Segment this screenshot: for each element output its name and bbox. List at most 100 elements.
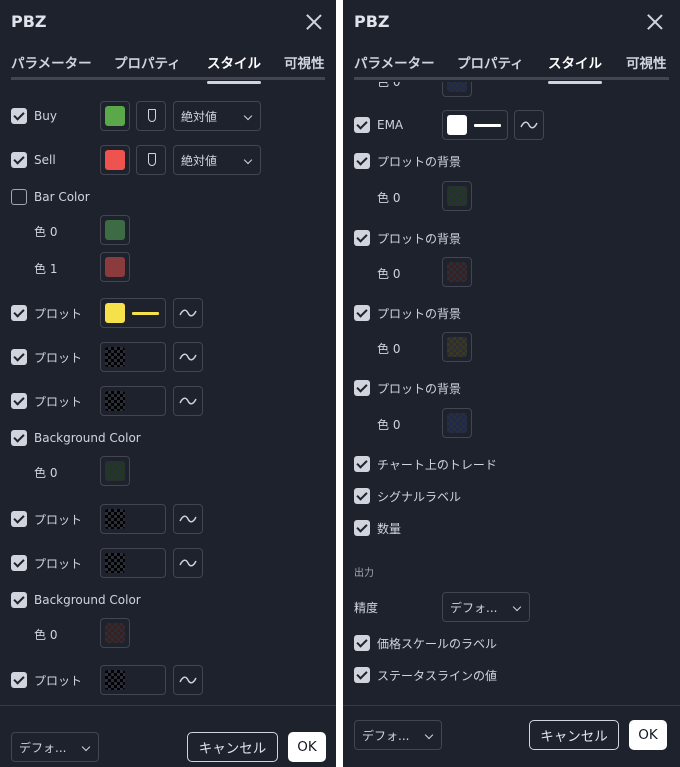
output-section-heading: 出力 <box>354 568 374 579</box>
tab-parameters[interactable]: パラメーター <box>11 52 92 72</box>
plot-row: プロット <box>11 298 82 328</box>
ok-button[interactable]: OK <box>629 720 667 750</box>
signal-labels-checkbox[interactable] <box>354 488 370 504</box>
plot-checkbox[interactable] <box>11 305 27 321</box>
sell-value-select[interactable]: 絶対値 <box>173 145 261 175</box>
tab-style[interactable]: スタイル <box>548 52 602 84</box>
buy-color-swatch[interactable] <box>100 101 130 131</box>
tab-visibility[interactable]: 可視性 <box>626 52 667 72</box>
plot-checkbox[interactable] <box>11 349 27 365</box>
plot-background-row: プロットの背景 <box>354 298 461 328</box>
tab-properties[interactable]: プロパティ <box>114 52 181 72</box>
plot-type-button[interactable] <box>173 342 203 372</box>
plot-background-row: プロットの背景 <box>354 146 461 176</box>
plot-background-checkbox[interactable] <box>354 305 370 321</box>
sell-color-swatch[interactable] <box>100 145 130 175</box>
signal-labels-row: シグナルラベル <box>354 481 461 511</box>
dialog-footer: デフォ... キャンセル OK <box>0 705 336 767</box>
bar-color-0-swatch[interactable] <box>100 215 130 245</box>
wave-icon <box>179 353 197 361</box>
precision-select[interactable]: デフォ... <box>442 592 530 622</box>
plot-background-checkbox[interactable] <box>354 153 370 169</box>
cancel-button[interactable]: キャンセル <box>529 720 619 750</box>
plot-background-color-swatch[interactable] <box>442 408 472 438</box>
plot-type-button[interactable] <box>173 298 203 328</box>
plot-background-color-swatch[interactable] <box>442 332 472 362</box>
plot-background-color-swatch[interactable] <box>442 181 472 211</box>
defaults-select[interactable]: デフォ... <box>11 732 99 762</box>
color-0-label: 色 0 <box>34 628 58 642</box>
plot-background-label: プロットの背景 <box>377 381 462 396</box>
plot-line-style-swatch[interactable] <box>100 548 166 578</box>
price-scale-label-checkbox[interactable] <box>354 635 370 651</box>
chevron-down-icon <box>512 602 522 612</box>
plot-row: プロット <box>11 386 82 416</box>
trades-on-chart-checkbox[interactable] <box>354 456 370 472</box>
ema-checkbox[interactable] <box>354 117 370 133</box>
background-color-label: Background Color <box>34 593 141 607</box>
background-color-0-swatch[interactable] <box>100 456 130 486</box>
left-settings-dialog: PBZ パラメーター プロパティ スタイル 可視性 Buy 絶対値 Sell 絶… <box>0 0 336 767</box>
ema-line-style-swatch[interactable] <box>442 110 508 140</box>
bar-color-checkbox[interactable] <box>11 189 27 205</box>
color-1-label: 色 1 <box>34 262 58 276</box>
tab-style[interactable]: スタイル <box>207 52 261 84</box>
tab-parameters[interactable]: パラメーター <box>354 52 435 72</box>
wave-icon <box>179 676 197 684</box>
plot-checkbox[interactable] <box>11 555 27 571</box>
close-icon[interactable] <box>644 11 666 33</box>
bar-color-1-swatch[interactable] <box>100 252 130 282</box>
close-icon[interactable] <box>303 11 325 33</box>
plot-line-style-swatch[interactable] <box>100 342 166 372</box>
dialog-footer: デフォ... キャンセル OK <box>343 705 680 767</box>
plot-label: プロット <box>34 673 83 688</box>
quantity-row: 数量 <box>354 513 401 543</box>
sell-shape-icon[interactable] <box>136 145 166 175</box>
plot-label: プロット <box>34 350 83 365</box>
plot-type-button[interactable] <box>173 504 203 534</box>
plot-label: プロット <box>34 394 83 409</box>
color-0-label: 色 0 <box>377 342 401 356</box>
defaults-select[interactable]: デフォ... <box>354 720 442 750</box>
plot-background-checkbox[interactable] <box>354 380 370 396</box>
color-swatch[interactable] <box>442 82 472 97</box>
plot-type-button[interactable] <box>173 548 203 578</box>
buy-value-select[interactable]: 絶対値 <box>173 101 261 131</box>
background-color-checkbox[interactable] <box>11 592 27 608</box>
background-color-checkbox[interactable] <box>11 430 27 446</box>
wave-icon <box>179 309 197 317</box>
plot-line-style-swatch[interactable] <box>100 665 166 695</box>
tab-visibility[interactable]: 可視性 <box>284 52 325 72</box>
plot-background-row: プロットの背景 <box>354 223 461 253</box>
background-color-label: Background Color <box>34 431 141 445</box>
tab-properties[interactable]: プロパティ <box>457 52 524 72</box>
plot-type-button[interactable] <box>173 665 203 695</box>
color-0-label: 色 0 <box>34 466 58 480</box>
status-line-values-checkbox[interactable] <box>354 667 370 683</box>
plot-line-style-swatch[interactable] <box>100 386 166 416</box>
chevron-down-icon <box>243 155 253 165</box>
wave-icon <box>179 397 197 405</box>
buy-shape-icon[interactable] <box>136 101 166 131</box>
plot-row: プロット <box>11 665 82 695</box>
plot-checkbox[interactable] <box>11 672 27 688</box>
bar-color-label: Bar Color <box>34 190 90 204</box>
wave-icon <box>179 515 197 523</box>
background-color-row: Background Color <box>11 423 141 453</box>
plot-background-color-swatch[interactable] <box>442 257 472 287</box>
plot-line-style-swatch[interactable] <box>100 298 166 328</box>
plot-checkbox[interactable] <box>11 511 27 527</box>
plot-background-checkbox[interactable] <box>354 230 370 246</box>
sell-checkbox[interactable] <box>11 152 27 168</box>
background-color-0-swatch[interactable] <box>100 618 130 648</box>
ok-button[interactable]: OK <box>288 732 326 762</box>
ema-plot-type-button[interactable] <box>514 110 544 140</box>
plot-type-button[interactable] <box>173 386 203 416</box>
quantity-checkbox[interactable] <box>354 520 370 536</box>
plot-line-style-swatch[interactable] <box>100 504 166 534</box>
plot-background-label: プロットの背景 <box>377 154 462 169</box>
buy-checkbox[interactable] <box>11 108 27 124</box>
plot-label: プロット <box>34 556 83 571</box>
cancel-button[interactable]: キャンセル <box>187 732 278 762</box>
plot-checkbox[interactable] <box>11 393 27 409</box>
